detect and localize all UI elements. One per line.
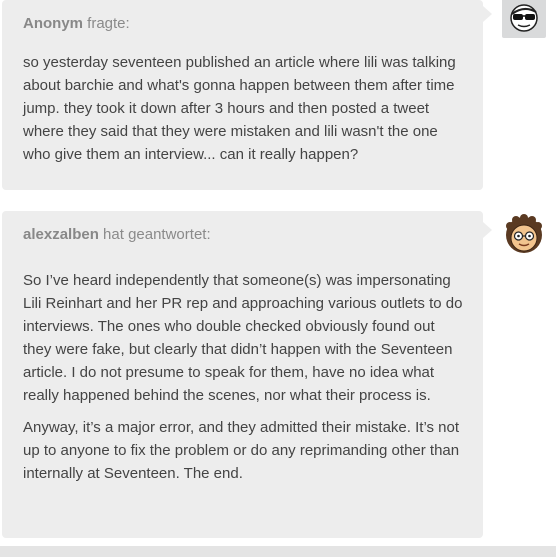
answer-header: alexzalben hat geantwortet: [23, 225, 463, 244]
answer-paragraph-2: Anyway, it’s a major error, and they adm… [23, 419, 460, 482]
answer-bubble-pointer [483, 222, 492, 238]
answer-verb: hat geantwortet: [103, 226, 211, 243]
question-text: so yesterday seventeen published an arti… [23, 54, 456, 163]
question-avatar[interactable] [502, 0, 546, 38]
question-bubble: Anonym fragte: so yesterday seventeen pu… [2, 0, 483, 190]
answer-avatar[interactable] [502, 212, 546, 256]
cartoon-face-with-glasses-icon [506, 214, 542, 253]
question-author[interactable]: Anonym [23, 15, 83, 32]
answer-bubble: alexzalben hat geantwortet: So I’ve hear… [2, 211, 483, 538]
bottom-divider [0, 546, 556, 557]
answer-author[interactable]: alexzalben [23, 226, 99, 243]
answer-paragraph-1: So I’ve heard independently that someone… [23, 272, 463, 404]
question-verb: fragte: [87, 15, 130, 32]
sunglasses-face-icon [510, 4, 538, 32]
question-header: Anonym fragte: [23, 14, 463, 33]
question-bubble-pointer [483, 6, 492, 22]
